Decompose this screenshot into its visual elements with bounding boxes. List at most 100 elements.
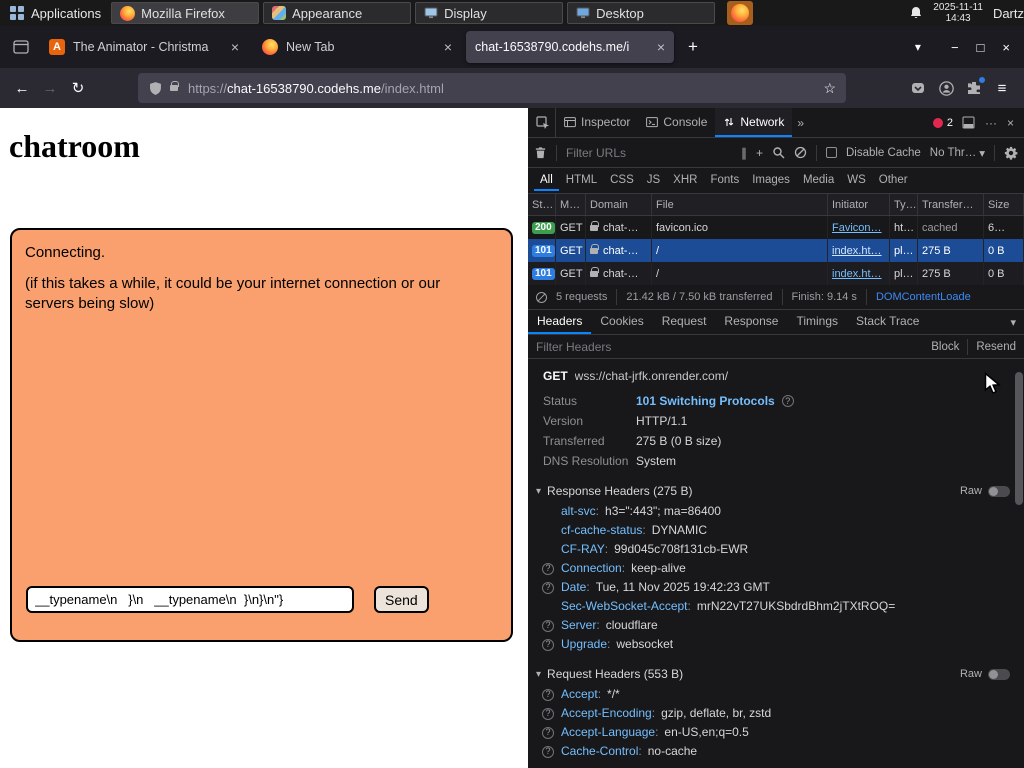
close-icon[interactable]: × — [231, 39, 239, 55]
disable-cache-label[interactable]: Disable Cache — [846, 147, 921, 159]
bookmark-star-icon[interactable]: ☆ — [823, 80, 836, 97]
block-request-icon[interactable] — [794, 146, 807, 159]
help-icon[interactable]: ? — [542, 638, 554, 651]
detail-tab[interactable]: Cookies — [591, 310, 652, 334]
response-headers-section-header[interactable]: ▾ Response Headers (275 B) Raw — [528, 480, 1024, 502]
account-icon[interactable] — [932, 74, 960, 102]
help-icon[interactable]: ? — [542, 726, 554, 739]
devtools-close-icon[interactable]: × — [1007, 116, 1014, 130]
status-value[interactable]: 101 Switching Protocols — [636, 393, 775, 409]
disable-cache-checkbox[interactable] — [825, 147, 837, 158]
filter-button[interactable]: WS — [841, 171, 872, 191]
header-name[interactable]: Accept-Encoding — [561, 705, 652, 722]
filter-button[interactable]: CSS — [604, 171, 640, 191]
request-row-websocket-selected[interactable]: 101 GET chat-… / index.ht… pl… 275 B 0 B — [528, 239, 1024, 262]
minimize-button[interactable]: − — [951, 40, 959, 55]
pocket-icon[interactable] — [904, 74, 932, 102]
taskbar-window-display[interactable]: Display — [415, 2, 564, 24]
split-console-icon[interactable] — [962, 116, 975, 129]
detail-tab[interactable]: Stack Trace — [847, 310, 928, 334]
help-icon[interactable]: ? — [542, 562, 554, 575]
send-button[interactable]: Send — [374, 586, 429, 613]
back-button[interactable]: ← — [8, 74, 36, 102]
filter-urls-input[interactable] — [566, 145, 732, 160]
message-input[interactable] — [26, 586, 354, 613]
taskbar-window-desktop[interactable]: Desktop — [567, 2, 716, 24]
filter-button[interactable]: HTML — [560, 171, 603, 191]
clear-requests-icon[interactable] — [534, 146, 547, 159]
raw-toggle[interactable] — [988, 668, 1010, 680]
column-header[interactable]: M… — [556, 194, 586, 215]
add-icon[interactable]: + — [756, 146, 763, 160]
filter-button[interactable]: JS — [641, 171, 666, 191]
column-header[interactable]: St… — [528, 194, 556, 215]
filter-button[interactable]: XHR — [667, 171, 703, 191]
url-bar[interactable]: https://chat-16538790.codehs.me/index.ht… — [138, 73, 846, 103]
detail-tab[interactable]: Timings — [787, 310, 847, 334]
filter-button[interactable]: Fonts — [704, 171, 745, 191]
more-tabs-icon[interactable]: » — [792, 116, 809, 130]
filter-button[interactable]: Other — [873, 171, 914, 191]
header-name[interactable]: Accept-Language — [561, 724, 655, 741]
filter-headers-input[interactable] — [536, 339, 932, 354]
help-icon[interactable]: ? — [542, 688, 554, 701]
search-icon[interactable] — [772, 146, 785, 159]
menu-icon[interactable]: ≡ — [988, 74, 1016, 102]
pause-recording-icon[interactable]: ∥ — [741, 146, 747, 160]
tab-animator[interactable]: A The Animator - Christma × — [40, 31, 248, 63]
throttling-dropdown[interactable]: No Thr… ▾ — [930, 146, 985, 160]
column-header[interactable]: Transfer… — [918, 194, 984, 215]
detail-tab[interactable]: Request — [653, 310, 716, 334]
initiator-cell[interactable]: index.ht… — [828, 262, 890, 285]
header-name[interactable]: alt-svc — [561, 503, 596, 520]
column-header[interactable]: Initiator — [828, 194, 890, 215]
close-icon[interactable]: × — [444, 39, 452, 55]
header-name[interactable]: CF-RAY — [561, 541, 605, 558]
filter-button[interactable]: All — [534, 171, 559, 191]
devtools-menu-icon[interactable]: ··· — [985, 116, 997, 130]
close-window-button[interactable]: × — [1002, 40, 1010, 55]
taskbar-firefox-launcher[interactable] — [727, 1, 754, 25]
initiator-cell[interactable]: Favicon… — [828, 216, 890, 239]
shield-icon[interactable] — [148, 81, 163, 96]
maximize-button[interactable]: □ — [977, 40, 985, 55]
scrollbar-thumb[interactable] — [1015, 372, 1023, 505]
taskbar-window-appearance[interactable]: Appearance — [263, 2, 412, 24]
clock[interactable]: 2025-11-11 14:43 — [933, 2, 983, 24]
tab-inspector[interactable]: Inspector — [556, 108, 638, 137]
header-name[interactable]: cf-cache-status — [561, 522, 642, 539]
resend-button[interactable]: Resend — [976, 341, 1016, 353]
header-name[interactable]: Date — [561, 579, 586, 596]
detail-tab[interactable]: Headers — [528, 310, 592, 334]
forward-button[interactable]: → — [36, 74, 64, 102]
request-headers-section-header[interactable]: ▾ Request Headers (553 B) Raw — [528, 663, 1024, 685]
header-name[interactable]: Accept — [561, 686, 598, 703]
help-icon[interactable]: ? — [542, 581, 554, 594]
firefox-view-button[interactable] — [6, 32, 36, 62]
filter-button[interactable]: Images — [746, 171, 796, 191]
header-name[interactable]: Sec-WebSocket-Accept — [561, 598, 688, 615]
column-header[interactable]: File — [652, 194, 828, 215]
header-name[interactable]: Connection — [561, 560, 622, 577]
help-icon[interactable]: ? — [542, 619, 554, 632]
column-header[interactable]: Size — [984, 194, 1024, 215]
list-all-tabs-icon[interactable]: ▾ — [915, 40, 921, 54]
help-icon[interactable]: ? — [542, 707, 554, 720]
tab-new-tab[interactable]: New Tab × — [253, 31, 461, 63]
chevron-down-icon[interactable]: ▾ — [1010, 316, 1024, 329]
header-name[interactable]: Cache-Control — [561, 743, 638, 760]
column-header[interactable]: Ty… — [890, 194, 918, 215]
extensions-icon[interactable] — [960, 74, 988, 102]
detail-tab[interactable]: Response — [715, 310, 787, 334]
tab-chatroom-active[interactable]: chat-16538790.codehs.me/i × — [466, 31, 674, 63]
raw-toggle[interactable] — [988, 485, 1010, 497]
reload-button[interactable]: ↻ — [64, 74, 92, 102]
close-icon[interactable]: × — [657, 39, 665, 55]
request-row-favicon[interactable]: 200 GET chat-… favicon.ico Favicon… ht… … — [528, 216, 1024, 239]
lock-icon[interactable] — [170, 81, 179, 91]
bell-icon[interactable] — [909, 6, 923, 20]
applications-menu[interactable]: Applications — [0, 0, 111, 26]
pick-element-button[interactable] — [530, 108, 556, 137]
network-settings-gear-icon[interactable] — [1004, 146, 1018, 160]
column-header[interactable]: Domain — [586, 194, 652, 215]
